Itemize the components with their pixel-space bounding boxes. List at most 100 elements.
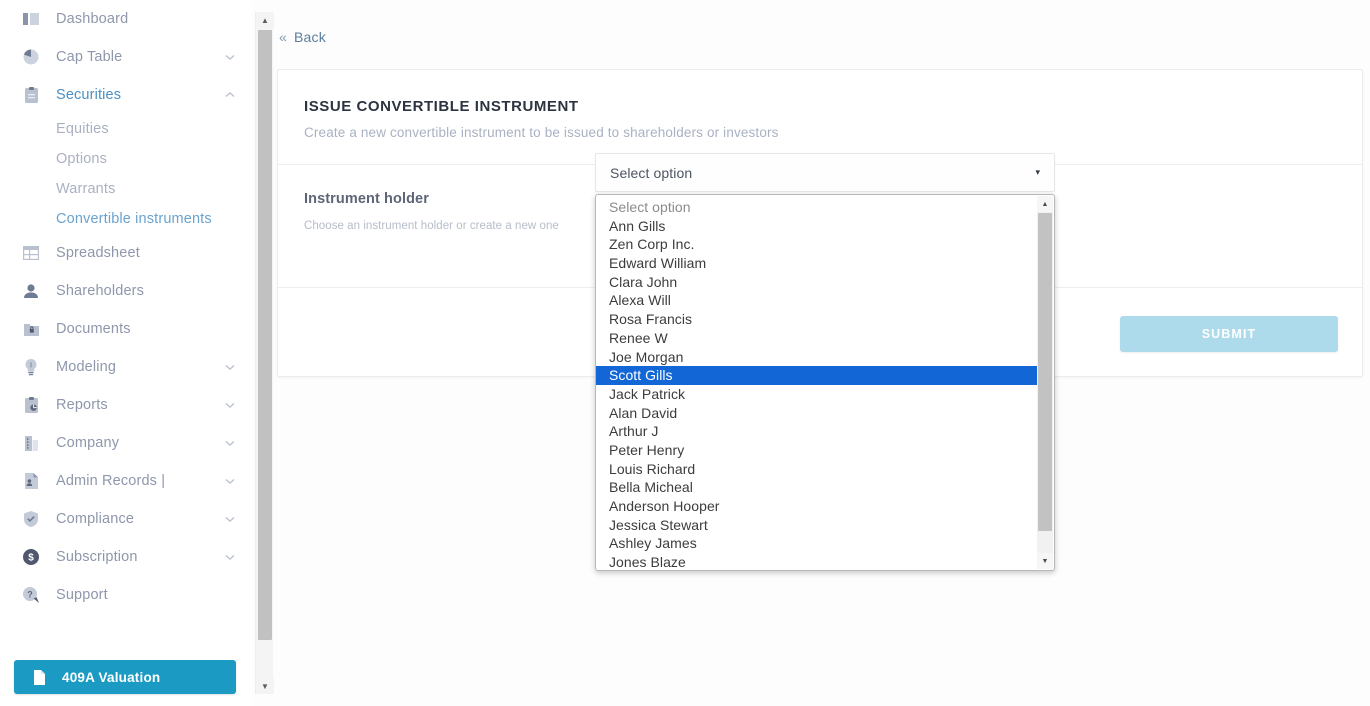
sidebar-item-label: Subscription <box>56 549 138 565</box>
page-subtitle: Create a new convertible instrument to b… <box>304 125 779 140</box>
sidebar-item-label: Securities <box>56 87 122 103</box>
table-icon <box>22 244 40 262</box>
lightbulb-icon <box>22 358 40 376</box>
sidebar-item-label: Documents <box>56 321 131 337</box>
dropdown-option[interactable]: Clara John <box>596 273 1038 292</box>
sidebar-item-label: Reports <box>56 397 108 413</box>
dropdown-scrollbar-up-arrow-icon[interactable]: ▲ <box>1037 196 1053 212</box>
dropdown-scrollbar-down-arrow-icon[interactable]: ▼ <box>1037 553 1053 569</box>
dropdown-option[interactable]: Peter Henry <box>596 441 1038 460</box>
clipboard-icon <box>22 86 40 104</box>
sidebar-subitem-convertible-instruments[interactable]: Convertible instruments <box>0 204 252 234</box>
scrollbar-up-arrow-icon[interactable]: ▲ <box>256 12 274 28</box>
sidebar-subitem-equities[interactable]: Equities <box>0 114 252 144</box>
sidebar-item-subscription[interactable]: $ Subscription <box>0 538 252 576</box>
bar-chart-icon <box>22 10 40 28</box>
instrument-holder-select[interactable]: Select option ▾ <box>595 153 1055 192</box>
sidebar-item-documents[interactable]: Documents <box>0 310 252 348</box>
dropdown-option[interactable]: Joe Morgan <box>596 348 1038 367</box>
sidebar-item-label: Cap Table <box>56 49 123 65</box>
dropdown-option[interactable]: Zen Corp Inc. <box>596 235 1038 254</box>
help-bubble-icon: ? <box>22 586 40 604</box>
lock-folder-icon <box>22 320 40 338</box>
instrument-holder-select-value: Select option <box>610 164 693 181</box>
report-clipboard-icon <box>22 396 40 414</box>
scrollbar-down-arrow-icon[interactable]: ▼ <box>256 678 274 694</box>
app-root: Dashboard Cap Table Securities Equities Opti… <box>0 0 1370 706</box>
dropdown-option[interactable]: Jessica Stewart <box>596 516 1038 535</box>
instrument-holder-dropdown[interactable]: Select option Ann Gills Zen Corp Inc. Edwar… <box>595 194 1055 571</box>
dropdown-scrollbar-vertical[interactable]: ▲ ▼ <box>1037 196 1053 569</box>
card-header: ISSUE CONVERTIBLE INSTRUMENT Create a ne… <box>278 70 1362 164</box>
dropdown-option[interactable]: Arthur J <box>596 422 1038 441</box>
building-icon <box>22 434 40 452</box>
shield-check-icon <box>22 510 40 528</box>
sidebar-item-label: Support <box>56 587 108 603</box>
page-title: ISSUE CONVERTIBLE INSTRUMENT <box>304 98 579 115</box>
dropdown-option[interactable]: Alan David <box>596 404 1038 423</box>
svg-text:?: ? <box>27 590 33 600</box>
submit-button[interactable]: SUBMIT <box>1120 316 1338 352</box>
dropdown-option[interactable]: Edward William <box>596 254 1038 273</box>
svg-text:$: $ <box>28 553 34 564</box>
chevron-up-icon[interactable] <box>224 89 236 101</box>
user-icon <box>22 282 40 300</box>
sidebar-item-label: Compliance <box>56 511 135 527</box>
chevron-down-icon[interactable] <box>224 437 236 449</box>
instrument-holder-help-text: Choose an instrument holder or create a … <box>304 220 559 232</box>
chevron-down-icon[interactable] <box>224 51 236 63</box>
dropdown-option[interactable]: Jones Blaze <box>596 553 1038 570</box>
sidebar-item-spreadsheet[interactable]: Spreadsheet <box>0 234 252 272</box>
chevron-down-icon[interactable] <box>224 513 236 525</box>
chevron-down-icon[interactable] <box>224 399 236 411</box>
sidebar-item-reports[interactable]: Reports <box>0 386 252 424</box>
dropdown-option[interactable]: Anderson Hooper <box>596 497 1038 516</box>
dropdown-option[interactable]: Renee W <box>596 329 1038 348</box>
dropdown-option[interactable]: Scott Gills <box>596 366 1038 385</box>
sidebar-item-company[interactable]: Company <box>0 424 252 462</box>
scrollbar-thumb[interactable] <box>258 30 272 640</box>
sidebar-409a-valuation-label: 409A Valuation <box>62 669 161 685</box>
main-content: « Back ISSUE CONVERTIBLE INSTRUMENT Crea… <box>273 0 1370 706</box>
dollar-circle-icon: $ <box>22 548 40 566</box>
sidebar-item-label: Spreadsheet <box>56 245 140 261</box>
sidebar-item-label: Company <box>56 435 120 451</box>
sidebar-item-admin-records[interactable]: Admin Records | <box>0 462 252 500</box>
sidebar-item-label: Shareholders <box>56 283 145 299</box>
dropdown-option[interactable]: Louis Richard <box>596 460 1038 479</box>
dropdown-option[interactable]: Select option <box>596 198 1038 217</box>
dropdown-option[interactable]: Jack Patrick <box>596 385 1038 404</box>
sidebar-item-dashboard[interactable]: Dashboard <box>0 0 252 38</box>
chevron-down-icon[interactable] <box>224 361 236 373</box>
sidebar-item-compliance[interactable]: Compliance <box>0 500 252 538</box>
sidebar-item-label: Admin Records | <box>56 473 166 489</box>
pie-chart-icon <box>22 48 40 66</box>
chevron-down-icon: ▾ <box>1035 167 1040 177</box>
dropdown-option[interactable]: Rosa Francis <box>596 310 1038 329</box>
admin-file-icon <box>22 472 40 490</box>
sidebar-409a-valuation-button[interactable]: 409A Valuation <box>14 660 236 694</box>
page-scrollbar-vertical[interactable]: ▲ ▼ <box>255 12 274 694</box>
dropdown-option[interactable]: Alexa Will <box>596 291 1038 310</box>
sidebar: Dashboard Cap Table Securities Equities Opti… <box>0 0 252 706</box>
sidebar-item-modeling[interactable]: Modeling <box>0 348 252 386</box>
chevron-double-left-icon: « <box>279 29 287 45</box>
document-icon <box>30 668 48 686</box>
sidebar-item-shareholders[interactable]: Shareholders <box>0 272 252 310</box>
sidebar-item-support[interactable]: ? Support <box>0 576 252 614</box>
sidebar-nav-list: Dashboard Cap Table Securities Equities Opti… <box>0 0 252 614</box>
back-link[interactable]: « Back <box>279 29 326 45</box>
back-link-label: Back <box>294 29 326 45</box>
sidebar-item-securities[interactable]: Securities <box>0 76 252 114</box>
dropdown-option[interactable]: Ashley James <box>596 534 1038 553</box>
sidebar-subitem-options[interactable]: Options <box>0 144 252 174</box>
sidebar-item-cap-table[interactable]: Cap Table <box>0 38 252 76</box>
dropdown-option[interactable]: Bella Micheal <box>596 478 1038 497</box>
chevron-down-icon[interactable] <box>224 475 236 487</box>
sidebar-item-label: Dashboard <box>56 11 129 27</box>
dropdown-scrollbar-thumb[interactable] <box>1038 213 1052 531</box>
sidebar-subitem-warrants[interactable]: Warrants <box>0 174 252 204</box>
dropdown-option[interactable]: Ann Gills <box>596 217 1038 236</box>
chevron-down-icon[interactable] <box>224 551 236 563</box>
instrument-holder-option-list[interactable]: Select option Ann Gills Zen Corp Inc. Edwar… <box>596 195 1038 570</box>
